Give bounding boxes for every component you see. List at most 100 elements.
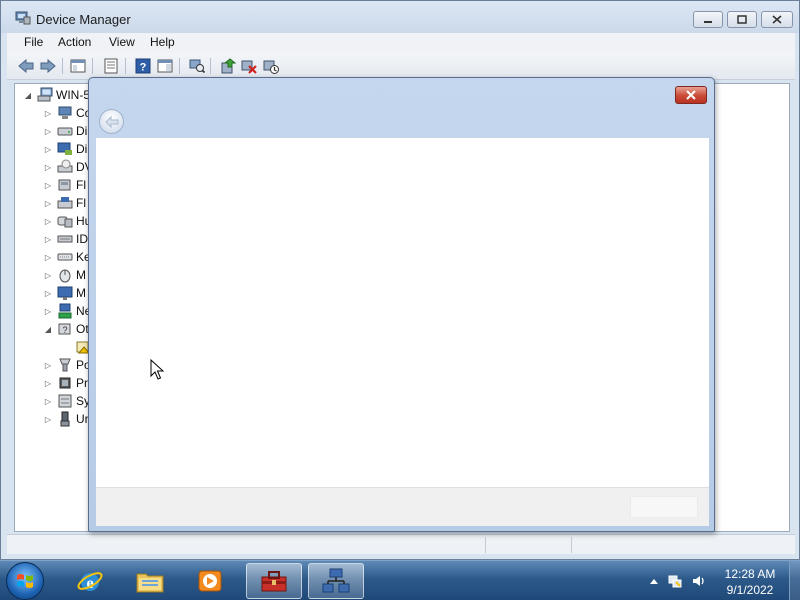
floppy-controller-icon — [57, 177, 73, 193]
menu-help[interactable]: Help — [150, 35, 175, 49]
forward-button[interactable] — [39, 57, 57, 75]
dialog-back-button[interactable] — [99, 109, 124, 134]
tree-item-label: Ot — [76, 322, 89, 336]
menu-view[interactable]: View — [109, 35, 135, 49]
volume-icon — [693, 576, 704, 586]
dialog-footer — [96, 487, 709, 526]
tree-item[interactable]: ▷ DV — [43, 158, 93, 176]
title-bar[interactable]: Device Manager — [1, 1, 799, 33]
clock-time[interactable]: 12:28 AM — [720, 567, 780, 581]
floppy-drive-icon — [57, 195, 73, 211]
status-bar — [7, 534, 795, 554]
expand-arrow-icon[interactable]: ▷ — [43, 397, 53, 406]
show-hidden-icons-button[interactable] — [646, 573, 662, 589]
tree-item[interactable]: ▷ Po — [43, 356, 91, 374]
menu-action[interactable]: Action — [58, 35, 91, 49]
network-icon — [668, 575, 682, 588]
minimize-button[interactable] — [693, 11, 723, 28]
expand-arrow-icon[interactable]: ▷ — [43, 253, 53, 262]
expand-arrow-icon[interactable]: ▷ — [43, 271, 53, 280]
tree-item[interactable]: ▷ ID — [43, 230, 88, 248]
clock-date[interactable]: 9/1/2022 — [720, 583, 780, 597]
expand-arrow-icon[interactable]: ▷ — [43, 181, 53, 190]
tree-item[interactable]: ▷ Co — [43, 104, 91, 122]
tree-item[interactable]: ▷ Ur — [43, 410, 89, 428]
taskbar-windows-explorer[interactable] — [122, 563, 178, 599]
show-desktop-button[interactable] — [789, 561, 800, 600]
expand-arrow-icon[interactable]: ▷ — [43, 415, 53, 424]
back-arrow-icon — [104, 115, 118, 128]
update-driver-icon — [221, 58, 236, 74]
back-button[interactable] — [17, 57, 35, 75]
action-pane-button[interactable] — [156, 57, 174, 75]
tree-item-label: Di — [76, 124, 88, 138]
toolbar-separator — [62, 58, 63, 74]
tree-item[interactable]: ▷ Di — [43, 140, 87, 158]
collapse-arrow-icon[interactable]: ◢ — [23, 91, 33, 100]
expand-arrow-icon[interactable]: ▷ — [43, 199, 53, 208]
tree-item-label: Fl — [76, 196, 86, 210]
network-adapter-icon — [57, 303, 73, 319]
computer-icon — [57, 105, 73, 121]
tree-item[interactable]: ▷ Fl — [43, 194, 86, 212]
expand-arrow-icon[interactable]: ▷ — [43, 109, 53, 118]
dvd-drive-icon — [57, 159, 73, 175]
tree-item-label: Fl — [76, 178, 86, 192]
close-icon — [686, 90, 696, 100]
expand-arrow-icon[interactable]: ▷ — [43, 217, 53, 226]
scan-hardware-icon — [189, 59, 205, 74]
display-adapter-icon — [57, 141, 73, 157]
dialog-action-button[interactable] — [630, 496, 698, 518]
taskbar-device-manager[interactable] — [308, 563, 364, 599]
expand-arrow-icon[interactable]: ▷ — [43, 145, 53, 154]
properties-button[interactable] — [102, 57, 120, 75]
expand-arrow-icon[interactable]: ▷ — [43, 307, 53, 316]
tree-root[interactable]: ◢ WIN-5 — [23, 86, 90, 104]
tree-item[interactable]: ▷ Ne — [43, 302, 91, 320]
properties-icon — [104, 58, 118, 74]
disable-device-button[interactable] — [262, 57, 280, 75]
network-tray-button[interactable] — [667, 573, 683, 589]
taskbar-control-panel[interactable] — [246, 563, 302, 599]
close-button[interactable] — [761, 11, 793, 28]
menu-file[interactable]: File — [24, 35, 43, 49]
expand-arrow-icon[interactable]: ▷ — [43, 235, 53, 244]
mouse-icon — [57, 267, 73, 283]
tree-item[interactable]: ▷ Di — [43, 122, 87, 140]
restore-button[interactable] — [727, 11, 757, 28]
expand-arrow-icon[interactable]: ▷ — [43, 361, 53, 370]
processor-icon — [57, 375, 73, 391]
computer-icon — [37, 87, 53, 103]
uninstall-button[interactable] — [240, 57, 258, 75]
taskbar-internet-explorer[interactable]: e — [62, 563, 118, 599]
toolbar-separator — [210, 58, 211, 74]
tree-item-label: M — [76, 268, 86, 282]
collapse-arrow-icon[interactable]: ◢ — [43, 325, 53, 334]
tree-item[interactable]: ▷ Ke — [43, 248, 91, 266]
taskbar-media-player[interactable] — [182, 563, 238, 599]
tree-item[interactable]: ▷ M — [43, 266, 86, 284]
internet-explorer-icon: e — [77, 572, 103, 592]
tree-item[interactable]: ▷ M — [43, 284, 86, 302]
tree-item[interactable]: ▷ Hu — [43, 212, 91, 230]
update-driver-button[interactable] — [219, 57, 237, 75]
show-hide-console-tree-icon — [70, 59, 86, 73]
tree-item[interactable]: ▷ Sy — [43, 392, 90, 410]
tree-item[interactable]: ◢? Ot — [43, 320, 89, 338]
keyboard-icon — [57, 249, 73, 265]
tree-item[interactable]: ▷ Pr — [43, 374, 88, 392]
menu-bar: File Action View Help — [7, 33, 795, 53]
show-hide-console-tree-button[interactable] — [69, 57, 87, 75]
tree-item[interactable]: ▷ Fl — [43, 176, 86, 194]
volume-tray-button[interactable] — [691, 573, 707, 589]
expand-arrow-icon[interactable]: ▷ — [43, 379, 53, 388]
help-button[interactable]: ? — [134, 57, 152, 75]
expand-arrow-icon[interactable]: ▷ — [43, 127, 53, 136]
expand-arrow-icon[interactable]: ▷ — [43, 289, 53, 298]
restore-icon — [737, 15, 747, 24]
dialog-close-button[interactable] — [675, 86, 707, 104]
back-icon — [18, 59, 34, 73]
expand-arrow-icon[interactable]: ▷ — [43, 163, 53, 172]
start-button[interactable] — [6, 562, 44, 600]
scan-hardware-button[interactable] — [188, 57, 206, 75]
